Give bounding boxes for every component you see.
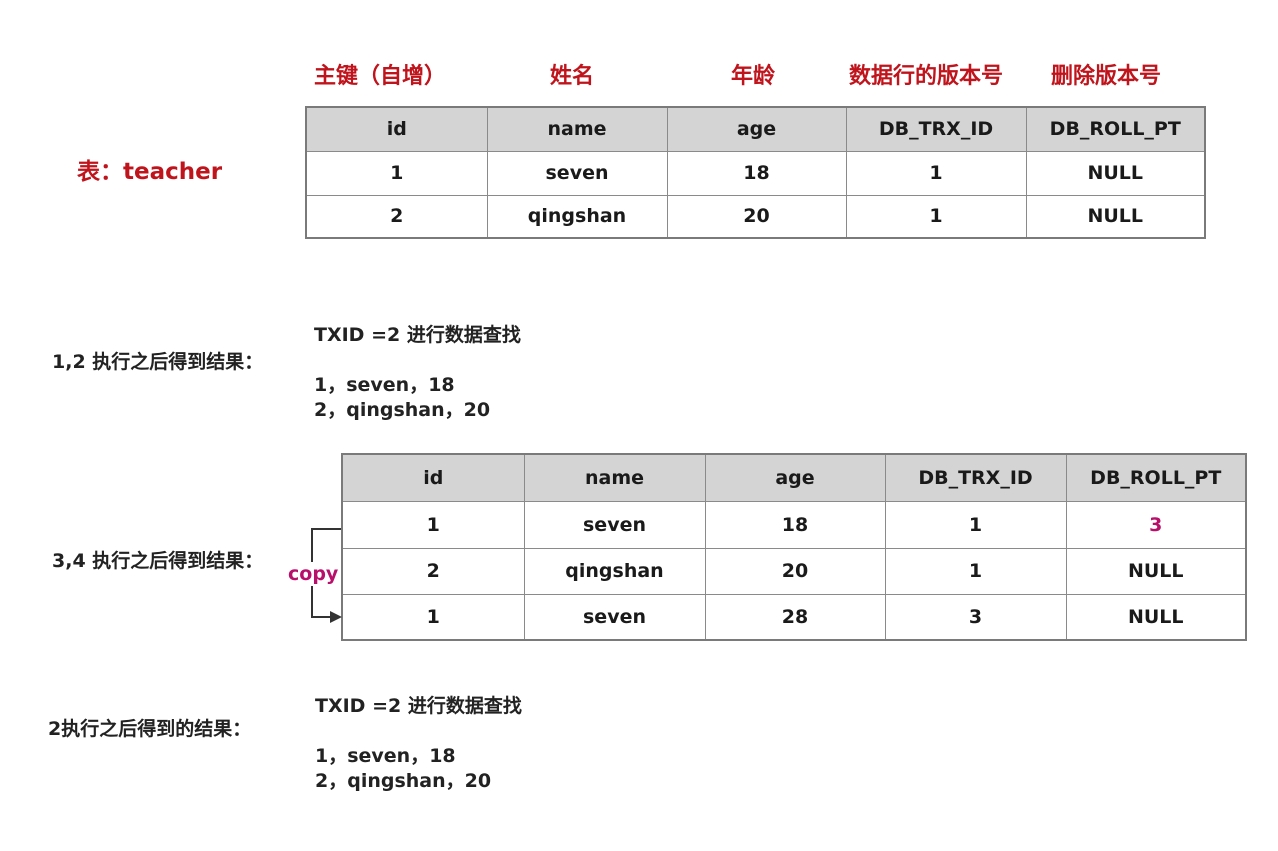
- table-row: 1 seven 18 1 NULL: [305, 150, 1206, 196]
- cell-id: 1: [341, 500, 525, 549]
- cell-db-roll-pt: NULL: [1025, 194, 1206, 239]
- col-header-id: id: [305, 106, 488, 152]
- cell-name: seven: [523, 593, 706, 641]
- cell-name: qingshan: [523, 547, 706, 595]
- col-header-name: name: [486, 106, 668, 152]
- table-header-row: id name age DB_TRX_ID DB_ROLL_PT: [341, 453, 1247, 502]
- step1-result-2: 2，qingshan，20: [314, 399, 491, 421]
- copy-arrow-head: [330, 611, 342, 623]
- col-header-id: id: [341, 453, 525, 502]
- copy-label: copy: [288, 563, 339, 585]
- col-header-age: age: [704, 453, 886, 502]
- teacher-table-initial: id name age DB_TRX_ID DB_ROLL_PT 1 seven…: [305, 106, 1206, 239]
- cell-db-roll-pt-highlight: 3: [1065, 500, 1247, 549]
- cell-id: 1: [305, 150, 488, 196]
- note-name: 姓名: [550, 64, 595, 89]
- cell-db-trx-id: 1: [845, 150, 1027, 196]
- step1-result-1: 1，seven，18: [314, 374, 455, 396]
- table-row: 1 seven 28 3 NULL: [341, 593, 1247, 641]
- cell-age: 18: [704, 500, 886, 549]
- cell-db-trx-id: 1: [845, 194, 1027, 239]
- step3-result-2: 2，qingshan，20: [315, 770, 492, 792]
- col-header-db-roll-pt: DB_ROLL_PT: [1025, 106, 1206, 152]
- cell-db-roll-pt: NULL: [1025, 150, 1206, 196]
- cell-db-roll-pt: NULL: [1065, 593, 1247, 641]
- cell-id: 1: [341, 593, 525, 641]
- table-row: 2 qingshan 20 1 NULL: [341, 547, 1247, 595]
- cell-db-trx-id: 1: [884, 547, 1067, 595]
- note-primary-key: 主键（自增）: [314, 64, 447, 89]
- col-header-db-trx-id: DB_TRX_ID: [845, 106, 1027, 152]
- note-age: 年龄: [731, 64, 776, 89]
- col-header-age: age: [666, 106, 847, 152]
- note-delete-version: 删除版本号: [1051, 64, 1162, 89]
- cell-db-roll-pt: NULL: [1065, 547, 1247, 595]
- cell-id: 2: [305, 194, 488, 239]
- copy-arrow-upper-line: [311, 528, 341, 562]
- cell-age: 20: [666, 194, 847, 239]
- cell-age: 20: [704, 547, 886, 595]
- cell-age: 18: [666, 150, 847, 196]
- cell-name: seven: [523, 500, 706, 549]
- table-label: 表：teacher: [77, 159, 223, 185]
- step3-result-1: 1，seven，18: [315, 745, 456, 767]
- cell-name: qingshan: [486, 194, 668, 239]
- table-row: 2 qingshan 20 1 NULL: [305, 194, 1206, 239]
- step1-query: TXID =2 进行数据查找: [314, 324, 521, 346]
- cell-db-trx-id: 1: [884, 500, 1067, 549]
- note-row-version: 数据行的版本号: [849, 64, 1004, 89]
- cell-age: 28: [704, 593, 886, 641]
- col-header-name: name: [523, 453, 706, 502]
- teacher-table-after-update: id name age DB_TRX_ID DB_ROLL_PT 1 seven…: [341, 453, 1247, 641]
- col-header-db-roll-pt: DB_ROLL_PT: [1065, 453, 1247, 502]
- copy-arrow-lower-line: [311, 586, 332, 618]
- step3-query: TXID =2 进行数据查找: [315, 695, 522, 717]
- cell-name: seven: [486, 150, 668, 196]
- step2-label: 3,4 执行之后得到结果：: [52, 550, 264, 572]
- table-header-row: id name age DB_TRX_ID DB_ROLL_PT: [305, 106, 1206, 152]
- cell-id: 2: [341, 547, 525, 595]
- col-header-db-trx-id: DB_TRX_ID: [884, 453, 1067, 502]
- table-row: 1 seven 18 1 3: [341, 500, 1247, 549]
- step1-label: 1,2 执行之后得到结果：: [52, 351, 264, 373]
- cell-db-trx-id: 3: [884, 593, 1067, 641]
- step3-label: 2执行之后得到的结果：: [48, 718, 252, 740]
